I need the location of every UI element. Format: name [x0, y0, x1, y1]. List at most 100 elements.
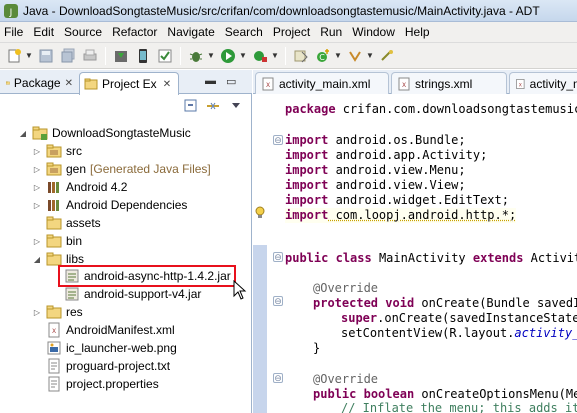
minimize-icon[interactable]: ▬: [205, 75, 216, 87]
editor-tabs: X activity_main.xml X strings.xml X acti…: [253, 70, 577, 94]
run-dropdown-icon[interactable]: ▼: [239, 47, 247, 65]
link-with-editor-icon[interactable]: [205, 99, 221, 113]
tree-item-res[interactable]: ▷ res: [32, 303, 83, 321]
external-tools-dropdown-icon[interactable]: ▼: [271, 47, 279, 65]
tree-item-assets[interactable]: assets: [46, 214, 101, 232]
menu-source[interactable]: Source: [59, 23, 107, 42]
fold-toggle-icon[interactable]: ⊖: [273, 252, 283, 262]
tab-strings-xml[interactable]: X strings.xml: [391, 72, 507, 94]
lint-icon[interactable]: [156, 47, 174, 65]
tab-label: activity_m: [529, 76, 577, 91]
package-explorer-icon: [6, 81, 10, 85]
tree-item-label: DownloadSongtasteMusic: [52, 126, 191, 140]
xml-file-icon: X: [398, 77, 410, 90]
menu-window[interactable]: Window: [347, 23, 400, 42]
tab-label: activity_main.xml: [279, 76, 371, 91]
tree-item-android-dependencies[interactable]: ▷ Android Dependencies: [32, 196, 188, 214]
fold-toggle-icon[interactable]: ⊖: [273, 135, 283, 145]
folder-icon: [46, 234, 62, 248]
tree-item-proguard[interactable]: proguard-project.txt: [46, 357, 170, 375]
avd-manager-icon[interactable]: [134, 47, 152, 65]
expand-triangle-icon[interactable]: ▷: [32, 200, 42, 210]
close-icon[interactable]: ✕: [65, 78, 73, 89]
tab-activity-m[interactable]: X activity_m: [509, 72, 577, 94]
expand-triangle-icon[interactable]: ▷: [32, 146, 42, 156]
debug-icon[interactable]: [187, 47, 205, 65]
tree-item-label: project.properties: [66, 377, 159, 391]
code-line-import: import android.app.Activity;: [285, 148, 488, 162]
tree-item-src[interactable]: ▷ src: [32, 142, 82, 160]
tree-item-label: android-support-v4.jar: [84, 287, 202, 301]
code-line-override: @Override: [313, 372, 379, 386]
collapse-triangle-icon[interactable]: ◢: [18, 128, 28, 138]
code-line-comment: // Inflate the menu; this adds it: [341, 401, 577, 413]
collapse-all-icon[interactable]: [183, 99, 199, 113]
folder-icon: [46, 305, 62, 319]
tree-item-manifest[interactable]: X AndroidManifest.xml: [46, 321, 175, 339]
code-line-import: import android.view.Menu;: [285, 163, 466, 177]
left-panel-tabs: Package ✕ Project Ex ✕ ▬ ▭: [0, 70, 252, 95]
run-icon[interactable]: [219, 47, 237, 65]
svg-text:X: X: [266, 82, 270, 89]
menu-search[interactable]: Search: [220, 23, 268, 42]
menu-project[interactable]: Project: [268, 23, 315, 42]
properties-file-icon: [48, 376, 60, 392]
code-text-area[interactable]: package crifan.com.downloadsongtastemusi…: [285, 102, 577, 413]
open-type-icon[interactable]: [292, 47, 310, 65]
expand-triangle-icon[interactable]: ▷: [32, 164, 42, 174]
menu-help[interactable]: Help: [400, 23, 435, 42]
tree-item-support-v4-jar[interactable]: android-support-v4.jar: [64, 285, 201, 303]
open-task-dropdown-icon[interactable]: ▼: [366, 47, 374, 65]
search-icon[interactable]: [378, 47, 396, 65]
gutter-changed-marker: [253, 245, 267, 413]
library-icon: [48, 200, 59, 211]
tree-item-project[interactable]: ◢ DownloadSongtasteMusic: [18, 124, 191, 142]
code-line-class-decl: public class MainActivity extends Activi…: [285, 251, 577, 265]
open-task-icon[interactable]: [346, 47, 364, 65]
debug-dropdown-icon[interactable]: ▼: [207, 47, 215, 65]
menu-file[interactable]: File: [0, 23, 28, 42]
code-line-setcontentview: setContentView(R.layout.activity_: [341, 326, 577, 340]
tab-project-explorer[interactable]: Project Ex ✕: [79, 72, 179, 95]
collapse-triangle-icon[interactable]: ◢: [32, 254, 42, 264]
tree-item-label: AndroidManifest.xml: [66, 323, 175, 337]
tree-item-bin[interactable]: ▷ bin: [32, 232, 82, 250]
new-dropdown-icon[interactable]: ▼: [25, 47, 33, 65]
save-all-icon[interactable]: [59, 47, 77, 65]
tree-item-label: ic_launcher-web.png: [66, 341, 177, 355]
menu-refactor[interactable]: Refactor: [107, 23, 162, 42]
fold-toggle-icon[interactable]: ⊖: [273, 296, 283, 306]
tree-item-gen[interactable]: ▷ gen [Generated Java Files]: [32, 160, 211, 178]
save-icon[interactable]: [37, 47, 55, 65]
warning-lightbulb-icon[interactable]: [253, 205, 267, 219]
sdk-manager-icon[interactable]: [112, 47, 130, 65]
view-menu-icon[interactable]: [228, 99, 244, 113]
selection-highlight-box: [58, 265, 236, 287]
maximize-icon[interactable]: ▭: [226, 75, 236, 88]
new-class-icon[interactable]: C: [314, 47, 332, 65]
tree-item-android-42[interactable]: ▷ Android 4.2: [32, 178, 127, 196]
print-icon[interactable]: [81, 47, 99, 65]
project-icon: [32, 126, 48, 140]
expand-triangle-icon[interactable]: ▷: [32, 236, 42, 246]
close-icon[interactable]: ✕: [163, 79, 171, 90]
expand-triangle-icon[interactable]: ▷: [32, 307, 42, 317]
toolbar-separator: [105, 46, 106, 65]
external-tools-icon[interactable]: [251, 47, 269, 65]
svg-text:X: X: [402, 82, 406, 89]
expand-triangle-icon[interactable]: ▷: [32, 182, 42, 192]
new-class-dropdown-icon[interactable]: ▼: [334, 47, 342, 65]
tab-activity-main-xml[interactable]: X activity_main.xml: [255, 72, 389, 94]
fold-toggle-icon[interactable]: ⊖: [273, 373, 283, 383]
code-editor: X activity_main.xml X strings.xml X acti…: [253, 70, 577, 413]
tab-project-label: Project Ex: [102, 77, 157, 91]
tab-package-explorer[interactable]: Package ✕: [2, 72, 77, 94]
new-icon[interactable]: [5, 47, 23, 65]
tree-item-launcher-png[interactable]: ic_launcher-web.png: [46, 339, 177, 357]
svg-text:X: X: [52, 328, 56, 335]
menu-edit[interactable]: Edit: [28, 23, 59, 42]
tree-item-project-properties[interactable]: project.properties: [46, 375, 159, 393]
menu-navigate[interactable]: Navigate: [162, 23, 219, 42]
tree-item-label: Android Dependencies: [66, 198, 188, 212]
menu-run[interactable]: Run: [315, 23, 347, 42]
